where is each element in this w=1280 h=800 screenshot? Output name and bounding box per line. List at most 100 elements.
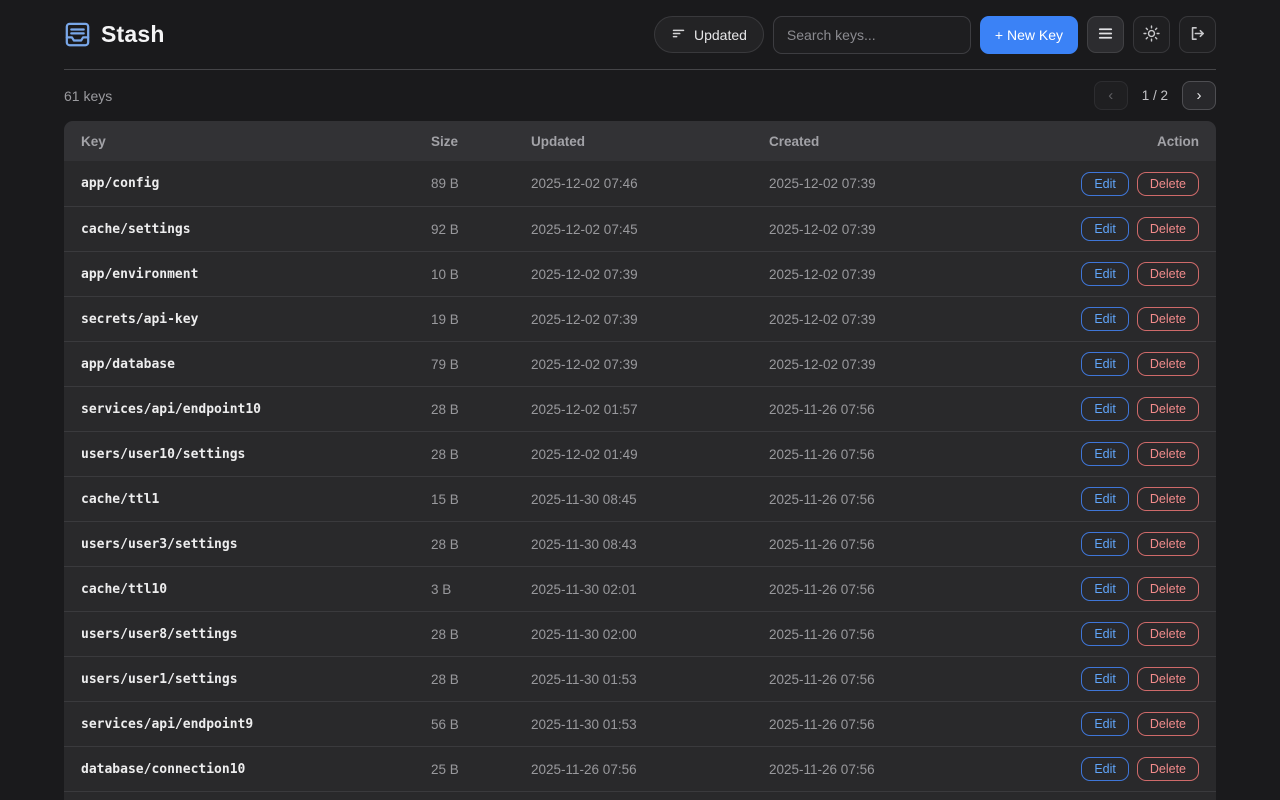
sort-lines-icon bbox=[671, 26, 686, 44]
new-key-button[interactable]: + New Key bbox=[979, 15, 1078, 54]
size-cell: 28 B bbox=[431, 401, 459, 417]
edit-button[interactable]: Edit bbox=[1081, 622, 1129, 646]
delete-button[interactable]: Delete bbox=[1136, 622, 1199, 646]
edit-button[interactable]: Edit bbox=[1081, 532, 1129, 556]
edit-button[interactable]: Edit bbox=[1081, 757, 1129, 781]
table-row: app/config 89 B 2025-12-02 07:46 2025-12… bbox=[64, 161, 1216, 206]
table-row: secrets/api-key 19 B 2025-12-02 07:39 20… bbox=[64, 296, 1216, 341]
created-cell: 2025-12-02 07:39 bbox=[769, 221, 876, 237]
delete-button[interactable]: Delete bbox=[1136, 532, 1199, 556]
delete-button[interactable]: Delete bbox=[1136, 757, 1199, 781]
column-header-action: Action bbox=[1157, 133, 1199, 149]
created-cell: 2025-11-26 07:56 bbox=[769, 401, 875, 417]
table-row: cache/ttl10 3 B 2025-11-30 02:01 2025-11… bbox=[64, 566, 1216, 611]
table-row: cache/settings 92 B 2025-12-02 07:45 202… bbox=[64, 206, 1216, 251]
column-header-updated: Updated bbox=[531, 133, 585, 149]
edit-button[interactable]: Edit bbox=[1081, 712, 1129, 736]
created-cell: 2025-11-26 07:56 bbox=[769, 761, 875, 777]
size-cell: 25 B bbox=[431, 761, 459, 777]
keys-table: Key Size Updated Created Action app/conf… bbox=[64, 121, 1216, 800]
logout-button[interactable] bbox=[1179, 16, 1216, 53]
menu-button[interactable] bbox=[1087, 16, 1124, 53]
delete-button[interactable]: Delete bbox=[1136, 262, 1199, 286]
key-cell: services/api/endpoint10 bbox=[81, 401, 262, 417]
created-cell: 2025-12-02 07:39 bbox=[769, 176, 876, 191]
updated-cell: 2025-11-30 08:43 bbox=[531, 536, 637, 552]
updated-cell: 2025-11-30 01:53 bbox=[531, 671, 637, 687]
key-cell: secrets/api-key bbox=[81, 311, 199, 327]
created-cell: 2025-12-02 07:39 bbox=[769, 311, 876, 327]
edit-button[interactable]: Edit bbox=[1081, 307, 1129, 331]
next-page-button[interactable]: › bbox=[1182, 81, 1216, 110]
delete-button[interactable]: Delete bbox=[1136, 712, 1199, 736]
keys-count: 61 keys bbox=[64, 87, 113, 104]
key-cell: app/database bbox=[81, 356, 175, 372]
size-cell: 89 B bbox=[431, 176, 459, 191]
column-header-key: Key bbox=[81, 133, 106, 149]
delete-button[interactable]: Delete bbox=[1136, 397, 1199, 421]
updated-cell: 2025-11-26 07:56 bbox=[531, 761, 637, 777]
updated-cell: 2025-11-30 02:00 bbox=[531, 626, 637, 642]
key-cell: users/user10/settings bbox=[81, 446, 246, 462]
delete-button[interactable]: Delete bbox=[1136, 667, 1199, 691]
column-header-size: Size bbox=[431, 133, 459, 149]
table-row: cache/ttl1 15 B 2025-11-30 08:45 2025-11… bbox=[64, 476, 1216, 521]
created-cell: 2025-11-26 07:56 bbox=[769, 536, 875, 552]
table-row: users/user10/settings 28 B 2025-12-02 01… bbox=[64, 431, 1216, 476]
key-cell: users/user8/settings bbox=[81, 626, 238, 642]
table-row: users/user8/settings 28 B 2025-11-30 02:… bbox=[64, 611, 1216, 656]
top-header: Stash Updated + New Key bbox=[64, 0, 1216, 69]
table-row: users/user1/settings 28 B 2025-11-30 01:… bbox=[64, 656, 1216, 701]
updated-cell: 2025-12-02 01:57 bbox=[531, 401, 638, 417]
edit-button[interactable]: Edit bbox=[1081, 577, 1129, 601]
edit-button[interactable]: Edit bbox=[1081, 217, 1129, 241]
edit-button[interactable]: Edit bbox=[1081, 262, 1129, 286]
updated-cell: 2025-11-30 02:01 bbox=[531, 581, 637, 597]
key-cell: app/environment bbox=[81, 266, 199, 282]
meta-row: 61 keys ‹ 1 / 2 › bbox=[64, 70, 1216, 121]
updated-cell: 2025-11-30 08:45 bbox=[531, 491, 637, 507]
created-cell: 2025-11-26 07:56 bbox=[769, 671, 875, 687]
prev-page-button[interactable]: ‹ bbox=[1093, 81, 1128, 110]
size-cell: 15 B bbox=[431, 491, 459, 507]
edit-button[interactable]: Edit bbox=[1081, 171, 1129, 196]
partial-next-row bbox=[64, 791, 1216, 800]
key-cell: database/connection10 bbox=[81, 761, 246, 777]
theme-toggle-button[interactable] bbox=[1133, 16, 1170, 53]
size-cell: 79 B bbox=[431, 356, 459, 372]
created-cell: 2025-11-26 07:56 bbox=[769, 716, 875, 732]
edit-button[interactable]: Edit bbox=[1081, 667, 1129, 691]
size-cell: 28 B bbox=[431, 446, 459, 462]
key-cell: users/user3/settings bbox=[81, 536, 238, 552]
delete-button[interactable]: Delete bbox=[1136, 171, 1199, 196]
key-cell: cache/ttl1 bbox=[81, 491, 160, 507]
table-row: database/connection10 25 B 2025-11-26 07… bbox=[64, 746, 1216, 791]
delete-button[interactable]: Delete bbox=[1136, 577, 1199, 601]
delete-button[interactable]: Delete bbox=[1136, 352, 1199, 376]
page-title: Stash bbox=[101, 21, 165, 47]
edit-button[interactable]: Edit bbox=[1081, 442, 1129, 466]
table-body: app/config 89 B 2025-12-02 07:46 2025-12… bbox=[64, 161, 1216, 791]
sun-icon bbox=[1143, 24, 1160, 45]
key-cell: services/api/endpoint9 bbox=[81, 716, 254, 732]
size-cell: 19 B bbox=[431, 311, 459, 327]
delete-button[interactable]: Delete bbox=[1136, 487, 1199, 511]
sort-button-label: Updated bbox=[693, 26, 747, 43]
sort-updated-button[interactable]: Updated bbox=[653, 16, 764, 53]
key-cell: app/config bbox=[81, 176, 160, 191]
size-cell: 28 B bbox=[431, 671, 459, 687]
edit-button[interactable]: Edit bbox=[1081, 487, 1129, 511]
edit-button[interactable]: Edit bbox=[1081, 397, 1129, 421]
edit-button[interactable]: Edit bbox=[1081, 352, 1129, 376]
created-cell: 2025-12-02 07:39 bbox=[769, 356, 876, 372]
delete-button[interactable]: Delete bbox=[1136, 217, 1199, 241]
updated-cell: 2025-12-02 07:39 bbox=[531, 311, 638, 327]
delete-button[interactable]: Delete bbox=[1136, 442, 1199, 466]
created-cell: 2025-12-02 07:39 bbox=[769, 266, 876, 282]
logout-icon bbox=[1189, 25, 1206, 45]
search-input[interactable] bbox=[772, 15, 971, 54]
table-row: services/api/endpoint9 56 B 2025-11-30 0… bbox=[64, 701, 1216, 746]
table-row: app/database 79 B 2025-12-02 07:39 2025-… bbox=[64, 341, 1216, 386]
delete-button[interactable]: Delete bbox=[1136, 307, 1199, 331]
table-row: app/environment 10 B 2025-12-02 07:39 20… bbox=[64, 251, 1216, 296]
